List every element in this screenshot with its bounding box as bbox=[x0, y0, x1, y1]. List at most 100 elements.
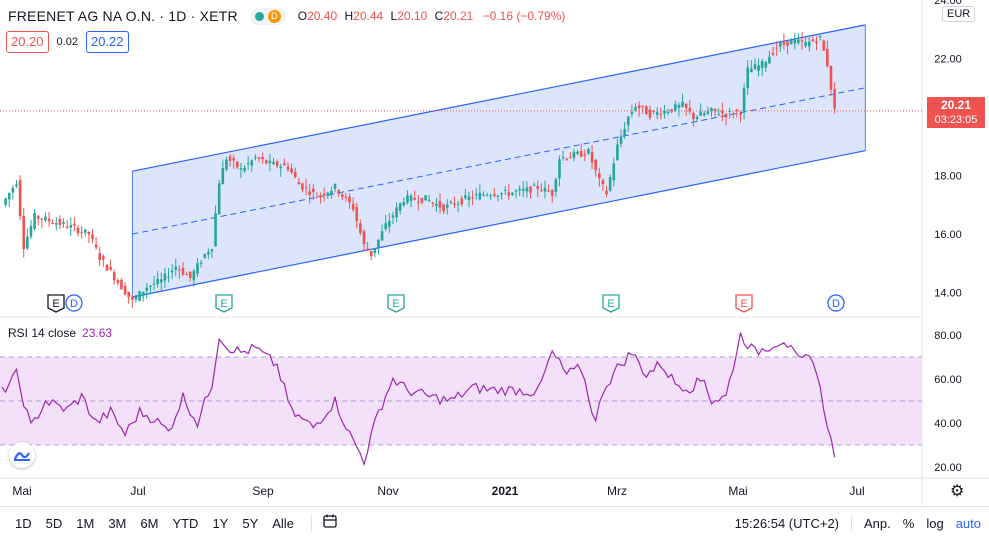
candle-body bbox=[818, 35, 822, 37]
market-status[interactable]: D bbox=[249, 7, 286, 25]
candle-body bbox=[771, 52, 775, 55]
candle-body bbox=[192, 270, 196, 281]
currency-label[interactable]: EUR bbox=[942, 6, 976, 22]
bid-button[interactable]: 20.20 bbox=[6, 31, 49, 53]
candle-body bbox=[471, 197, 474, 199]
range-1d[interactable]: 1D bbox=[8, 516, 39, 531]
candle-body bbox=[507, 192, 511, 196]
range-1y[interactable]: 1Y bbox=[205, 516, 235, 531]
candle-body bbox=[569, 157, 572, 159]
candle-body bbox=[304, 187, 308, 189]
candle-body bbox=[445, 204, 449, 208]
candle-body bbox=[384, 223, 388, 230]
candle-body bbox=[583, 154, 587, 156]
candle-body bbox=[576, 151, 579, 154]
candle-body bbox=[684, 103, 688, 108]
candle-body bbox=[315, 197, 319, 199]
candle-body bbox=[149, 285, 152, 287]
log-button[interactable]: log bbox=[926, 516, 943, 531]
candle-body bbox=[594, 159, 597, 171]
candle-body bbox=[351, 203, 355, 210]
candle-body bbox=[196, 263, 199, 274]
event-marker-label: E bbox=[607, 298, 614, 310]
candle-body bbox=[496, 195, 500, 197]
candle-body bbox=[775, 47, 778, 49]
candle-body bbox=[116, 280, 120, 283]
time-tick-label: Mrz bbox=[607, 484, 627, 498]
range-5y[interactable]: 5Y bbox=[235, 516, 265, 531]
candle-body bbox=[464, 195, 467, 199]
candle-body bbox=[474, 194, 478, 196]
candle-body bbox=[377, 239, 380, 248]
candle-body bbox=[250, 160, 254, 166]
percent-button[interactable]: % bbox=[903, 516, 915, 531]
spread-value: 0.02 bbox=[56, 36, 78, 48]
range-3m[interactable]: 3M bbox=[101, 516, 133, 531]
candle-body bbox=[257, 157, 261, 159]
range-5d[interactable]: 5D bbox=[39, 516, 70, 531]
candle-body bbox=[29, 225, 33, 237]
candle-body bbox=[83, 229, 87, 233]
clock-display[interactable]: 15:26:54 (UTC+2) bbox=[735, 516, 839, 531]
candle-body bbox=[170, 270, 174, 273]
candle-body bbox=[210, 249, 214, 252]
candle-body bbox=[561, 157, 565, 159]
event-marker-label: E bbox=[220, 298, 227, 310]
logo-icon bbox=[13, 452, 30, 461]
candle-body bbox=[236, 161, 239, 168]
rsi-label: RSI 14 close bbox=[8, 326, 77, 340]
calendar-range-icon[interactable] bbox=[322, 513, 338, 533]
countdown-value: 03:23:05 bbox=[934, 114, 978, 126]
candle-body bbox=[199, 262, 203, 264]
candle-body bbox=[293, 171, 297, 178]
candle-body bbox=[312, 188, 315, 192]
chart-svg[interactable]: 24.0022.0020.0018.0016.0014.00EDEEEED80.… bbox=[0, 0, 989, 538]
candle-body bbox=[822, 40, 826, 51]
candle-body bbox=[65, 226, 69, 228]
candle-body bbox=[637, 105, 641, 109]
symbol-title[interactable]: FREENET AG NA O.N. · 1D · XETR bbox=[8, 8, 238, 24]
candle-body bbox=[420, 197, 424, 203]
candle-body bbox=[670, 109, 673, 112]
ask-button[interactable]: 20.22 bbox=[85, 31, 129, 53]
candle-body bbox=[634, 107, 637, 111]
candle-body bbox=[438, 200, 442, 208]
change-value: −0.16 (−0.79%) bbox=[482, 9, 566, 23]
open-key: O bbox=[297, 9, 308, 23]
candle-body bbox=[246, 162, 250, 164]
low-value: 20.10 bbox=[397, 9, 428, 23]
rsi-legend[interactable]: RSI 14 close 23.63 bbox=[8, 326, 112, 340]
candle-body bbox=[344, 196, 348, 198]
range-ytd[interactable]: YTD bbox=[165, 516, 205, 531]
candle-body bbox=[301, 183, 304, 190]
candle-body bbox=[579, 150, 583, 157]
range-1m[interactable]: 1M bbox=[69, 516, 101, 531]
candle-body bbox=[156, 278, 159, 285]
candle-body bbox=[330, 190, 333, 195]
candle-body bbox=[648, 109, 652, 118]
candle-body bbox=[94, 244, 98, 248]
candle-body bbox=[760, 60, 764, 69]
candle-body bbox=[536, 186, 540, 189]
tradingview-logo[interactable] bbox=[9, 442, 35, 468]
candle-body bbox=[833, 89, 836, 109]
ohlc-values: O20.40 H20.44 L20.10 C20.21 −0.16 (−0.79… bbox=[298, 9, 566, 23]
candle-body bbox=[388, 220, 391, 227]
candle-body bbox=[228, 156, 232, 161]
candle-body bbox=[485, 194, 489, 196]
candle-body bbox=[178, 269, 181, 271]
candle-body bbox=[152, 283, 156, 285]
candle-body bbox=[221, 168, 225, 185]
candle-body bbox=[565, 158, 569, 160]
candle-body bbox=[69, 225, 73, 228]
auto-button[interactable]: auto bbox=[956, 516, 981, 531]
candle-body bbox=[460, 198, 464, 205]
adjust-button[interactable]: Anp. bbox=[864, 516, 891, 531]
candle-body bbox=[319, 195, 322, 197]
candle-body bbox=[4, 198, 7, 205]
settings-gear-icon[interactable]: ⚙ bbox=[950, 481, 964, 501]
range-all[interactable]: Alle bbox=[265, 516, 301, 531]
candle-body bbox=[51, 223, 54, 225]
range-6m[interactable]: 6M bbox=[133, 516, 165, 531]
high-key: H bbox=[344, 9, 354, 23]
